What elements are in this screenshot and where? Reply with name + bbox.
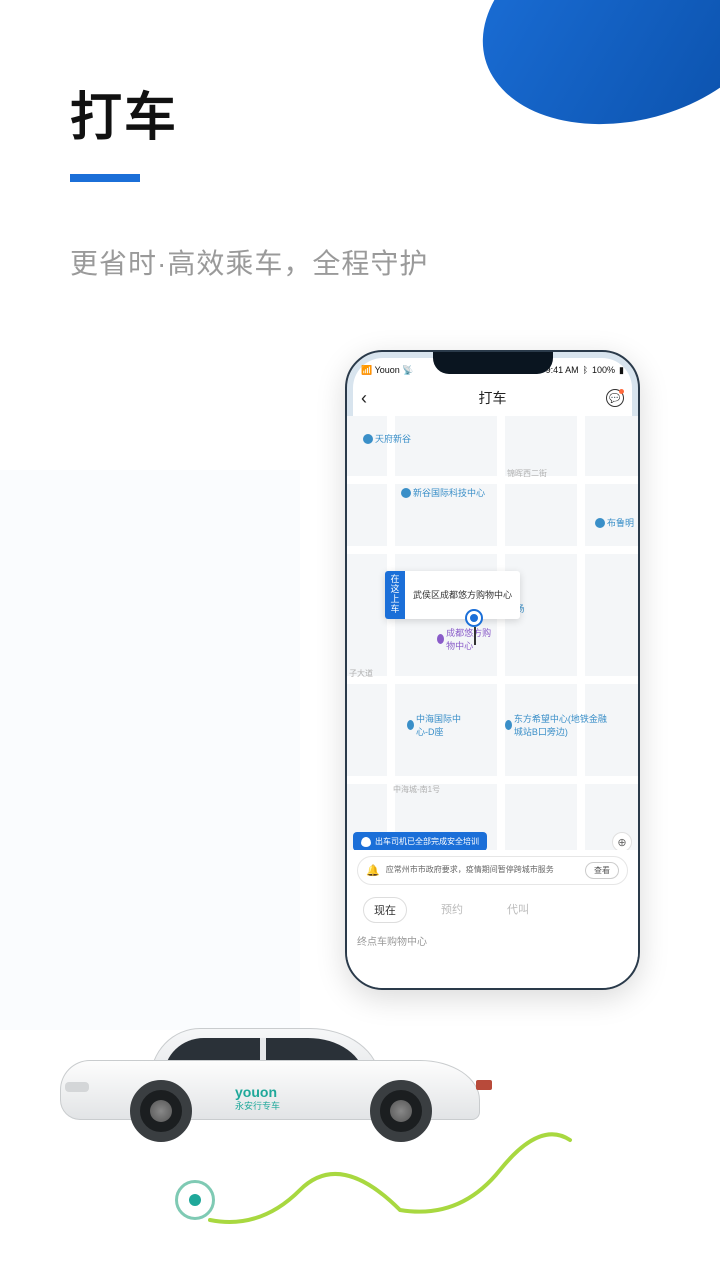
map-poi[interactable]: 布鲁明 (595, 516, 634, 529)
poi-icon (363, 434, 373, 444)
ride-tabs: 现在 预约 代叫 (357, 897, 628, 923)
map-road (577, 416, 585, 856)
notice-view-button[interactable]: 查看 (585, 862, 619, 879)
tab-now[interactable]: 现在 (363, 897, 407, 923)
hero-subtitle: 更省时·高效乘车，全程守护 (70, 242, 428, 282)
safety-chip[interactable]: 出车司机已全部完成安全培训 (353, 832, 487, 851)
back-button[interactable]: ‹ (361, 388, 367, 409)
poi-icon (437, 634, 444, 644)
callout-badge: 在这上车 (385, 571, 405, 619)
bluetooth-icon: ᛒ (583, 365, 588, 375)
map-view[interactable]: 锦晖西二街 子大道 中海城-南1号 天府新谷 新谷国际科技中心 布鲁明 icp环… (347, 416, 638, 856)
poi-icon (595, 518, 605, 528)
notice-text: 应常州市市政府要求，疫情期间暂停跨城市服务 (386, 865, 579, 875)
phone-frame: 📶 Youon 📡 9:41 AM ᛒ 100% ▮ ‹ 打车 💬 锦晖西二街 … (345, 350, 640, 990)
car-wheel (130, 1080, 192, 1142)
hero-title: 打车 (70, 75, 428, 150)
road-label: 中海城-南1号 (393, 784, 440, 795)
hero-section: 打车 更省时·高效乘车，全程守护 (70, 75, 428, 282)
map-poi[interactable]: 中海国际中心-D座 (407, 712, 467, 738)
background-arc (459, 0, 720, 155)
safety-text: 出车司机已全部完成安全培训 (375, 836, 479, 847)
callout-text: 武侯区成都悠方购物中心 (405, 571, 520, 619)
poi-icon (401, 488, 411, 498)
status-left: 📶 Youon 📡 (361, 365, 414, 376)
location-callout[interactable]: 在这上车 武侯区成都悠方购物中心 (385, 571, 520, 619)
car-headlight (65, 1082, 89, 1092)
chat-button[interactable]: 💬 (606, 389, 624, 407)
notice-bar: 🔔 应常州市市政府要求，疫情期间暂停跨城市服务 查看 (357, 856, 628, 885)
location-pin-icon (467, 611, 481, 625)
status-right: 9:41 AM ᛒ 100% ▮ (546, 365, 624, 376)
map-poi[interactable]: 天府新谷 (363, 432, 411, 445)
tab-reserve[interactable]: 预约 (431, 897, 473, 923)
tab-other[interactable]: 代叫 (497, 897, 539, 923)
hero-underline (70, 174, 140, 182)
phone-notch (433, 352, 553, 374)
bell-icon: 🔔 (366, 864, 380, 877)
locate-button[interactable]: ⊕ (612, 832, 632, 852)
road-label: 锦晖西二街 (507, 468, 547, 479)
battery-label: 100% (592, 365, 615, 375)
map-poi[interactable]: 东方希望中心(地铁金融城站B口旁边) (505, 712, 615, 738)
bottom-sheet: 🔔 应常州市市政府要求，疫情期间暂停跨城市服务 查看 现在 预约 代叫 终点车购… (347, 850, 638, 988)
carrier-label: Youon (375, 365, 400, 375)
nav-bar: ‹ 打车 💬 (347, 380, 638, 416)
car-brand-sub: 永安行专车 (235, 1099, 280, 1112)
time-label: 9:41 AM (546, 365, 579, 375)
shield-icon (361, 837, 371, 847)
background-box (0, 470, 300, 1030)
signal-icon: 📶 (361, 365, 372, 375)
car-brand-logo: youon (235, 1084, 277, 1100)
poi-icon (505, 720, 512, 730)
destination-field[interactable]: 终点车购物中心 (357, 933, 628, 948)
map-road (497, 416, 505, 856)
nav-title: 打车 (479, 388, 507, 408)
car-taillight (476, 1080, 492, 1090)
map-poi[interactable]: 新谷国际科技中心 (401, 486, 485, 499)
target-icon: ⊕ (617, 836, 626, 849)
road-label: 子大道 (349, 668, 373, 679)
chat-icon: 💬 (609, 393, 620, 404)
map-poi[interactable]: 成都悠方购物中心 (437, 626, 497, 652)
path-line (200, 1120, 580, 1240)
battery-icon: ▮ (619, 365, 624, 376)
wifi-icon: 📡 (402, 365, 413, 375)
poi-icon (407, 720, 414, 730)
